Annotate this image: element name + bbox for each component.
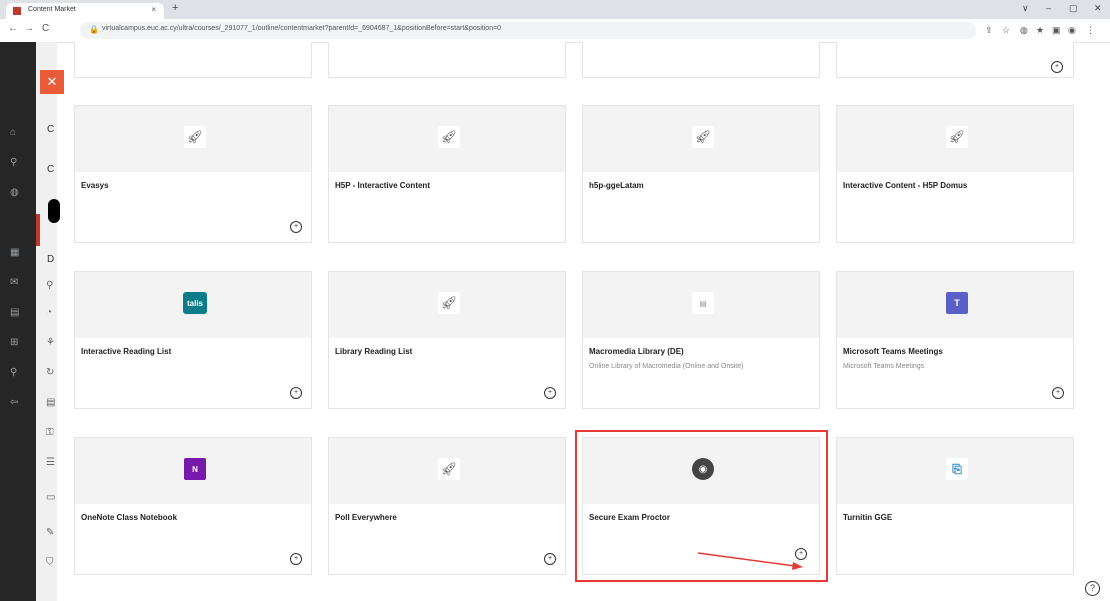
institution-icon[interactable]: ⌂ bbox=[10, 127, 22, 139]
help-icon[interactable]: ? bbox=[1085, 581, 1100, 596]
tool-card[interactable]: T Microsoft Teams Meetings Microsoft Tea… bbox=[836, 271, 1074, 409]
tab-search-button[interactable]: ∨ bbox=[1022, 3, 1029, 14]
tool-card[interactable]: N OneNote Class Notebook + bbox=[74, 437, 312, 575]
pencil-icon[interactable]: ✎ bbox=[46, 527, 54, 538]
macromedia-logo: ▤ bbox=[692, 292, 714, 314]
card-title: Turnitin GGE bbox=[843, 513, 893, 522]
card-title: Evasys bbox=[81, 181, 109, 190]
add-icon[interactable]: + bbox=[290, 387, 302, 399]
share-icon[interactable]: ⇪ bbox=[985, 25, 993, 36]
browser-tab[interactable]: Content Market × bbox=[6, 3, 164, 19]
tool-card[interactable]: ⎘ Turnitin GGE bbox=[836, 437, 1074, 575]
sidebar-icon[interactable]: ▣ bbox=[1052, 25, 1061, 36]
card-title: h5p-ggeLatam bbox=[589, 181, 644, 190]
book-icon[interactable]: ▤ bbox=[46, 397, 55, 408]
forward-icon[interactable]: → bbox=[24, 23, 34, 34]
tools-icon[interactable]: ⊞ bbox=[10, 337, 22, 349]
calendar-icon[interactable]: ▦ bbox=[10, 247, 22, 259]
extension-icon[interactable]: ◍ bbox=[1020, 25, 1028, 36]
add-icon[interactable]: + bbox=[290, 553, 302, 565]
activity-icon[interactable]: ◍ bbox=[10, 187, 22, 199]
rocket-icon: 🚀︎ bbox=[438, 458, 460, 480]
minimize-button[interactable]: – bbox=[1046, 3, 1051, 13]
highlight-box bbox=[575, 430, 828, 582]
rocket-icon: 🚀︎ bbox=[438, 126, 460, 148]
rocket-icon: 🚀︎ bbox=[946, 126, 968, 148]
clock-icon[interactable]: ◔ bbox=[46, 307, 52, 318]
profile-icon[interactable]: ◉ bbox=[1068, 25, 1076, 36]
card-title: Library Reading List bbox=[335, 347, 413, 356]
maximize-button[interactable]: ▢ bbox=[1069, 3, 1078, 14]
chat-icon[interactable]: ☰ bbox=[46, 457, 55, 468]
window-close-button[interactable]: ✕ bbox=[1094, 3, 1102, 14]
menu-icon[interactable]: ⋮ bbox=[1086, 25, 1095, 36]
favicon-icon bbox=[13, 7, 21, 15]
url-field[interactable]: 🔒 virtualcampus.euc.ac.cy/ultra/courses/… bbox=[80, 22, 976, 39]
card-title: Macromedia Library (DE) bbox=[589, 347, 684, 356]
refresh-icon[interactable]: ↻ bbox=[46, 367, 54, 378]
tool-card[interactable]: 🚀︎ h5p-ggeLatam bbox=[582, 105, 820, 243]
onenote-logo: N bbox=[184, 458, 206, 480]
bookmark-star-icon[interactable]: ☆ bbox=[1002, 25, 1010, 36]
rocket-icon: 🚀︎ bbox=[184, 126, 206, 148]
profile-nav-icon[interactable]: ⚲ bbox=[10, 157, 22, 169]
user-icon[interactable]: ⚲ bbox=[10, 367, 22, 379]
tool-card[interactable]: 🚀︎ Evasys + bbox=[74, 105, 312, 243]
tool-card[interactable]: ▤ Macromedia Library (DE) Online Library… bbox=[582, 271, 820, 409]
lock-icon: 🔒 bbox=[89, 25, 99, 34]
partial-card[interactable] bbox=[74, 42, 312, 78]
reload-icon[interactable]: C bbox=[42, 23, 49, 34]
app-navigation: ⌂ ⚲ ◍ ▦ ✉ ▤ ⊞ ⚲ ⇦ bbox=[0, 42, 36, 601]
partial-card[interactable]: + bbox=[836, 42, 1074, 78]
tool-card[interactable]: 🚀︎ Library Reading List + bbox=[328, 271, 566, 409]
tab-close-button[interactable]: × bbox=[151, 5, 156, 14]
add-icon[interactable]: + bbox=[290, 221, 302, 233]
talis-logo: talis bbox=[183, 292, 207, 314]
avatar[interactable] bbox=[48, 199, 60, 223]
teams-logo: T bbox=[946, 292, 968, 314]
course-panel-edge: C C D ⚲ ◔ ⚘ ↻ ▤ ⚿ ☰ ▭ ✎ ⛉ bbox=[36, 42, 57, 601]
tool-card[interactable]: 🚀︎ Poll Everywhere + bbox=[328, 437, 566, 575]
tool-card[interactable]: 🚀︎ H5P - Interactive Content bbox=[328, 105, 566, 243]
tool-card[interactable]: 🚀︎ Interactive Content - H5P Domus bbox=[836, 105, 1074, 243]
turnitin-logo: ⎘ bbox=[946, 458, 968, 480]
certificate-icon[interactable]: ⛉ bbox=[46, 557, 54, 568]
partial-card[interactable] bbox=[582, 42, 820, 78]
lock-nav-icon[interactable]: ⚿ bbox=[46, 427, 54, 438]
add-icon[interactable]: + bbox=[544, 387, 556, 399]
grades-icon[interactable]: ▤ bbox=[10, 307, 22, 319]
document-icon[interactable]: ▭ bbox=[46, 492, 55, 503]
address-bar-row: ← → C 🔒 virtualcampus.euc.ac.cy/ultra/co… bbox=[0, 19, 1110, 43]
card-title: Microsoft Teams Meetings bbox=[843, 347, 943, 356]
card-description: Microsoft Teams Meetings bbox=[843, 363, 925, 370]
add-icon[interactable]: + bbox=[1052, 387, 1064, 399]
card-title: H5P - Interactive Content bbox=[335, 181, 430, 190]
close-panel-button[interactable]: ✕ bbox=[40, 70, 64, 94]
hierarchy-icon[interactable]: ⚘ bbox=[46, 337, 55, 348]
card-title: OneNote Class Notebook bbox=[81, 513, 178, 522]
rocket-icon: 🚀︎ bbox=[438, 292, 460, 314]
card-title: Interactive Reading List bbox=[81, 347, 172, 356]
back-icon[interactable]: ← bbox=[8, 23, 18, 34]
card-title: Poll Everywhere bbox=[335, 513, 397, 522]
new-tab-button[interactable]: + bbox=[172, 2, 178, 14]
course-letter: C bbox=[47, 164, 55, 175]
browser-tab-bar: Content Market × + ∨ – ▢ ✕ bbox=[0, 0, 1110, 19]
add-icon[interactable]: + bbox=[544, 553, 556, 565]
course-letter: D bbox=[47, 254, 55, 265]
course-letter: C bbox=[47, 124, 55, 135]
add-icon[interactable]: + bbox=[1051, 61, 1063, 73]
extensions-puzzle-icon[interactable]: ★ bbox=[1036, 25, 1044, 36]
messages-icon[interactable]: ✉ bbox=[10, 277, 22, 289]
tool-card[interactable]: talis Interactive Reading List + bbox=[74, 271, 312, 409]
url-text: virtualcampus.euc.ac.cy/ultra/courses/_2… bbox=[102, 25, 502, 32]
logout-icon[interactable]: ⇦ bbox=[10, 397, 22, 409]
partial-card[interactable] bbox=[328, 42, 566, 78]
rocket-icon: 🚀︎ bbox=[692, 126, 714, 148]
card-title: Interactive Content - H5P Domus bbox=[843, 181, 968, 190]
active-indicator bbox=[36, 214, 40, 246]
card-description: Online Library of Macromedia (Online and… bbox=[589, 363, 744, 370]
person-icon[interactable]: ⚲ bbox=[46, 280, 53, 291]
tab-title: Content Market bbox=[28, 6, 76, 13]
